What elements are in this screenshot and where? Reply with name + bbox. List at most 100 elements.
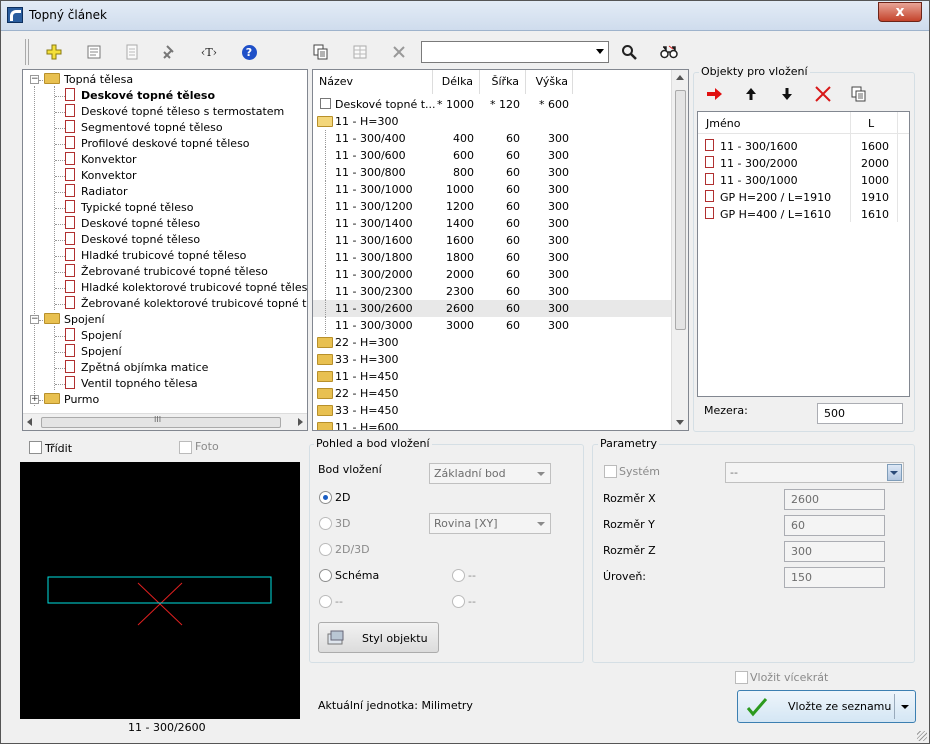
category-tree[interactable]: − Topná tělesa Deskové topné těleso Deskové… [22,69,308,431]
expand-toggle[interactable]: + [30,395,39,404]
param-field[interactable]: 300 [784,541,885,562]
tree-item[interactable]: Deskové topné těleso [65,216,200,232]
table-icon[interactable] [350,43,370,61]
binoculars-icon[interactable] [659,43,679,61]
table-row[interactable]: 11 - 300/1600 1600 60 300 [313,232,673,249]
table-row[interactable]: 11 - 300/2000 2000 60 300 [313,266,673,283]
tree-item[interactable]: Typické topné těleso [65,200,193,216]
system-select[interactable]: -- [725,462,904,483]
radio-2d3d[interactable] [319,543,332,556]
radio-2d[interactable] [319,491,332,504]
plus-icon[interactable] [44,43,64,61]
expand-toggle[interactable]: − [30,315,39,324]
objects-column-length[interactable]: L [868,117,874,130]
param-field[interactable]: 60 [784,515,885,536]
tree-item[interactable]: Hladké trubicové topné těleso [65,248,246,264]
sort-checkbox[interactable] [29,441,42,454]
tree-item[interactable]: Deskové topné těleso [65,232,200,248]
tree-folder[interactable]: Purmo [44,392,99,408]
insert-multiple-checkbox[interactable] [735,671,748,684]
radio-3d[interactable] [319,517,332,530]
list-vertical-scrollbar[interactable] [671,70,688,430]
list-item[interactable]: 11 - 300/2000 2000 [698,155,909,172]
text-tag-icon[interactable]: ‹T› [199,43,219,61]
tree-item[interactable]: Hladké kolektorové trubicové topné těles… [65,280,307,296]
object-style-button[interactable]: Styl objektu [318,622,439,653]
radio-option-a[interactable] [452,569,465,582]
table-row[interactable]: 11 - 300/1800 1800 60 300 [313,249,673,266]
table-row[interactable]: 33 - H=300 [313,351,673,368]
search-icon[interactable] [619,43,639,61]
help-icon[interactable]: ? [239,43,259,61]
dropdown-arrow-icon[interactable] [901,705,909,709]
objects-column-name[interactable]: Jméno [706,117,740,130]
table-row[interactable]: 11 - 300/600 600 60 300 [313,147,673,164]
table-row[interactable]: 11 - 300/2300 2300 60 300 [313,283,673,300]
delete-x-icon[interactable] [813,85,833,103]
radio-option-b[interactable] [319,595,332,608]
insert-from-list-button[interactable]: Vložte ze seznamu [737,690,916,723]
column-header-length[interactable]: Délka [433,70,480,94]
list-item[interactable]: GP H=200 / L=1910 1910 [698,189,909,206]
table-row[interactable]: 22 - H=450 [313,385,673,402]
tree-item[interactable]: Radiator [65,184,128,200]
table-row[interactable]: Deskové topné t... * 1000 * 120 * 600 [313,96,673,113]
tree-item[interactable]: Ventil topného tělesa [65,376,198,392]
close-button[interactable]: x [878,2,922,22]
param-field[interactable]: 150 [784,567,885,588]
tree-item[interactable]: Žebrované trubicové topné těleso [65,264,268,280]
table-row[interactable]: 22 - H=300 [313,334,673,351]
tree-item[interactable]: Profilové deskové topné těleso [65,136,250,152]
param-field[interactable]: 2600 [784,489,885,510]
column-header-width[interactable]: Šířka [480,70,526,94]
table-row[interactable]: 11 - 300/3000 3000 60 300 [313,317,673,334]
list-item[interactable]: 11 - 300/1000 1000 [698,172,909,189]
photo-checkbox[interactable] [179,441,192,454]
system-checkbox[interactable] [604,465,617,478]
tree-folder[interactable]: Topná tělesa [44,72,133,88]
tree-item[interactable]: Konvektor [65,168,137,184]
table-row[interactable]: 33 - H=450 [313,402,673,419]
radio-schema[interactable] [319,569,332,582]
list-item[interactable]: 11 - 300/1600 1600 [698,138,909,155]
table-row[interactable]: 11 - H=300 [313,113,673,130]
arrow-right-icon[interactable] [704,85,724,103]
arrow-up-icon[interactable] [741,85,761,103]
table-row[interactable]: 11 - 300/2600 2600 60 300 [313,300,673,317]
search-combo[interactable] [421,41,609,63]
table-row[interactable]: 11 - 300/1000 1000 60 300 [313,181,673,198]
radio-option-c[interactable] [452,595,465,608]
table-row[interactable]: 11 - H=600 [313,419,673,430]
tree-item[interactable]: Segmentové topné těleso [65,120,223,136]
tree-item[interactable]: Deskové topné těleso [65,88,215,104]
arrow-down-icon[interactable] [777,85,797,103]
delete-icon[interactable] [389,43,409,61]
gap-input[interactable]: 500 [817,403,903,424]
plane-select[interactable]: Rovina [XY] [429,513,551,534]
tree-horizontal-scrollbar[interactable]: III [23,413,307,430]
properties-icon[interactable] [84,43,104,61]
expand-toggle[interactable]: − [30,75,39,84]
insert-point-select[interactable]: Základní bod [429,463,551,484]
tree-item[interactable]: Zpětná objímka matice [65,360,208,376]
column-header-height[interactable]: Výška [526,70,573,94]
component-list[interactable]: Název Délka Šířka Výška Deskové topné t.… [312,69,689,431]
column-header-name[interactable]: Název [313,70,433,94]
list-icon[interactable] [122,43,142,61]
resize-grip[interactable] [917,731,927,741]
table-row[interactable]: 11 - 300/400 400 60 300 [313,130,673,147]
tree-item[interactable]: Deskové topné těleso s termostatem [65,104,284,120]
table-row[interactable]: 11 - H=450 [313,368,673,385]
tools-icon[interactable] [161,43,181,61]
tree-item[interactable]: Konvektor [65,152,137,168]
copy-icon[interactable] [849,85,869,103]
copy-icon[interactable] [311,43,331,61]
objects-grid[interactable]: Jméno L 11 - 300/1600 1600 11 - 300/2000 20… [697,111,910,397]
table-row[interactable]: 11 - 300/1400 1400 60 300 [313,215,673,232]
tree-folder[interactable]: Spojení [44,312,105,328]
row-checkbox[interactable] [320,98,331,109]
tree-item[interactable]: Žebrované kolektorové trubicové topné tě… [65,296,307,312]
tree-item[interactable]: Spojení [65,344,122,360]
table-row[interactable]: 11 - 300/800 800 60 300 [313,164,673,181]
list-item[interactable]: GP H=400 / L=1610 1610 [698,206,909,223]
